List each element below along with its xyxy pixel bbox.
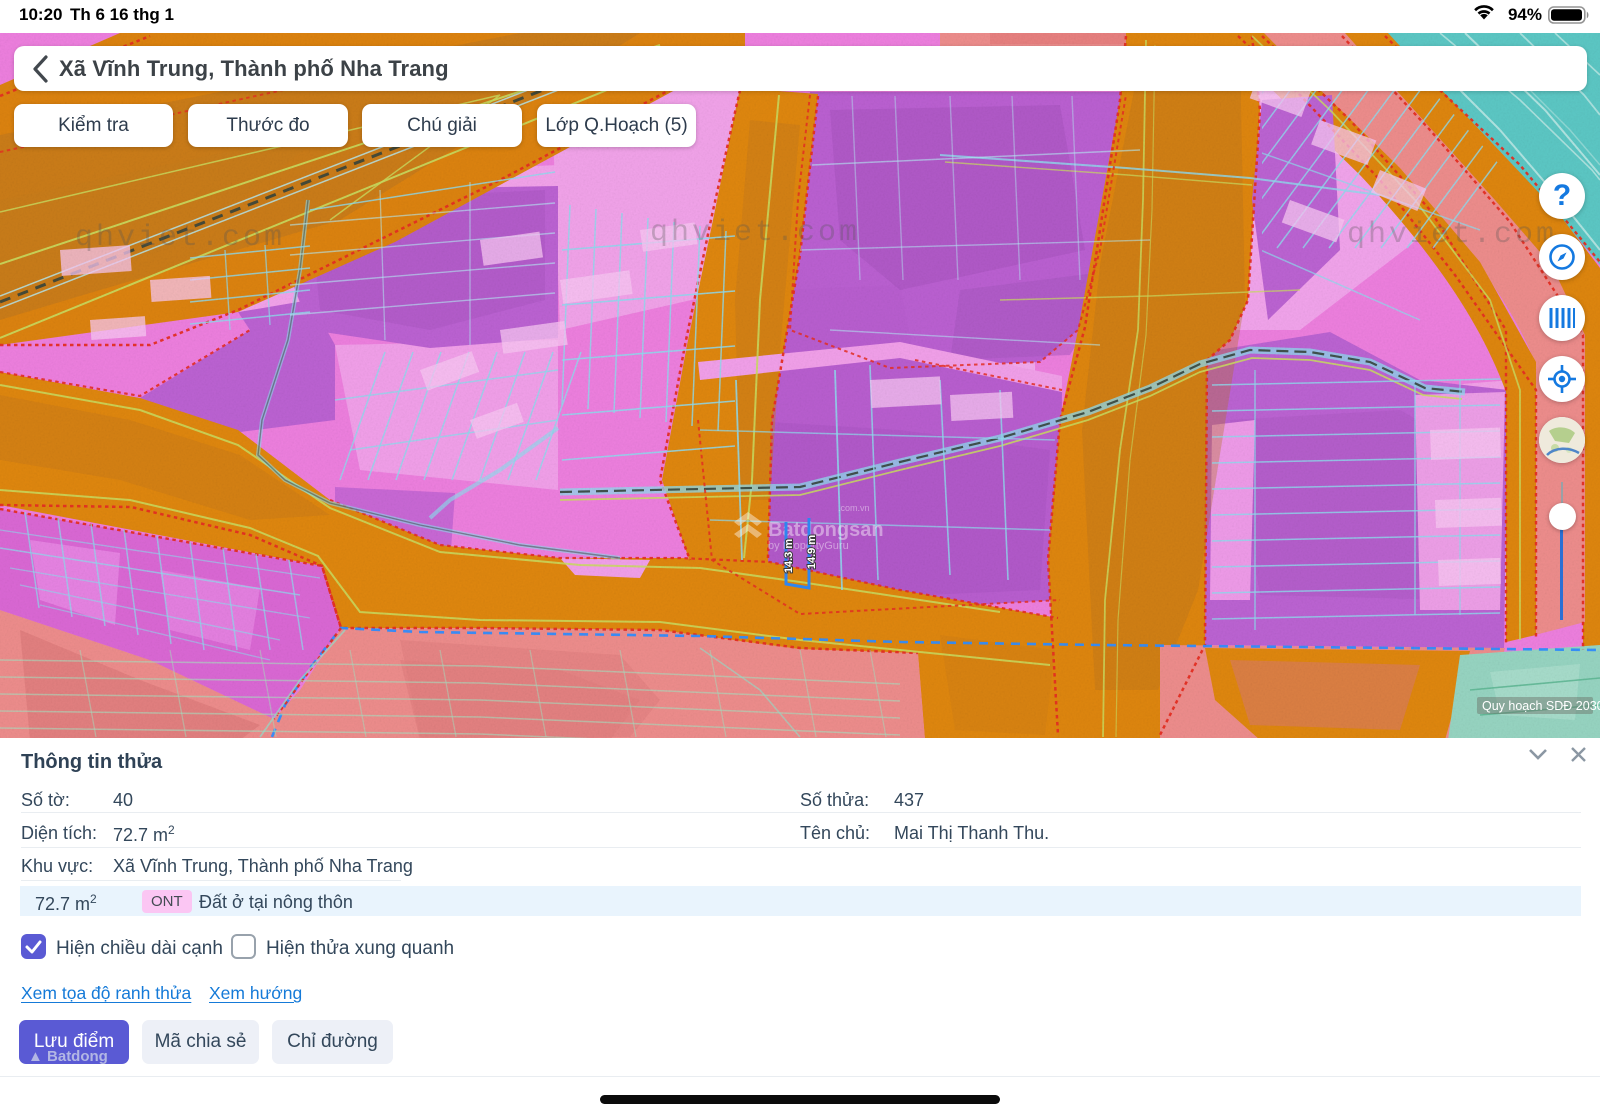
svg-text:Quy hoạch SDĐ 2030: Quy hoạch SDĐ 2030 — [1482, 699, 1600, 713]
svg-text:.com.vn: .com.vn — [838, 503, 870, 513]
svg-text:qhviet.com: qhviet.com — [650, 216, 860, 250]
svg-text:14.9 m: 14.9 m — [806, 535, 818, 569]
svg-text:qhviet.com: qhviet.com — [1347, 218, 1557, 252]
svg-text:14.3 m: 14.3 m — [783, 539, 795, 573]
svg-text:qhviet.com: qhviet.com — [75, 221, 285, 255]
